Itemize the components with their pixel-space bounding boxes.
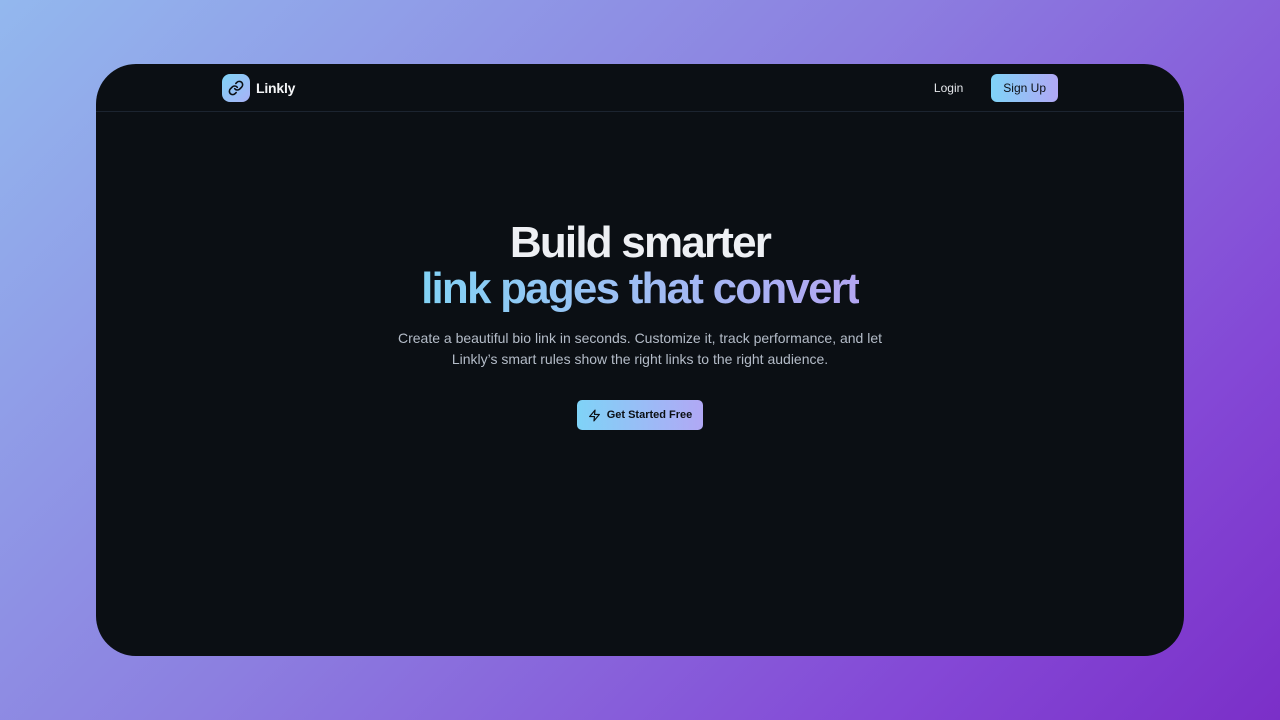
brand-name: Linkly (256, 80, 296, 96)
link-icon (222, 74, 250, 102)
hero-section: Build smarter link pages that convert Cr… (96, 220, 1184, 430)
hero-title-line1: Build smarter (509, 218, 772, 267)
hero-title: Build smarter link pages that convert (96, 220, 1184, 312)
login-link[interactable]: Login (920, 75, 977, 101)
app-window: Linkly Login Sign Up Build smarter link … (96, 64, 1184, 656)
hero-subtitle: Create a beautiful bio link in seconds. … (397, 330, 883, 367)
get-started-label: Get Started Free (606, 409, 693, 421)
signup-button[interactable]: Sign Up (991, 74, 1058, 102)
get-started-button[interactable]: Get Started Free (577, 400, 703, 430)
brand-logo-link[interactable]: Linkly (222, 74, 295, 102)
nav-actions: Login Sign Up (920, 74, 1058, 102)
lightning-icon (588, 408, 601, 422)
top-navbar: Linkly Login Sign Up (96, 64, 1184, 112)
hero-title-line2: link pages that convert (421, 264, 861, 313)
